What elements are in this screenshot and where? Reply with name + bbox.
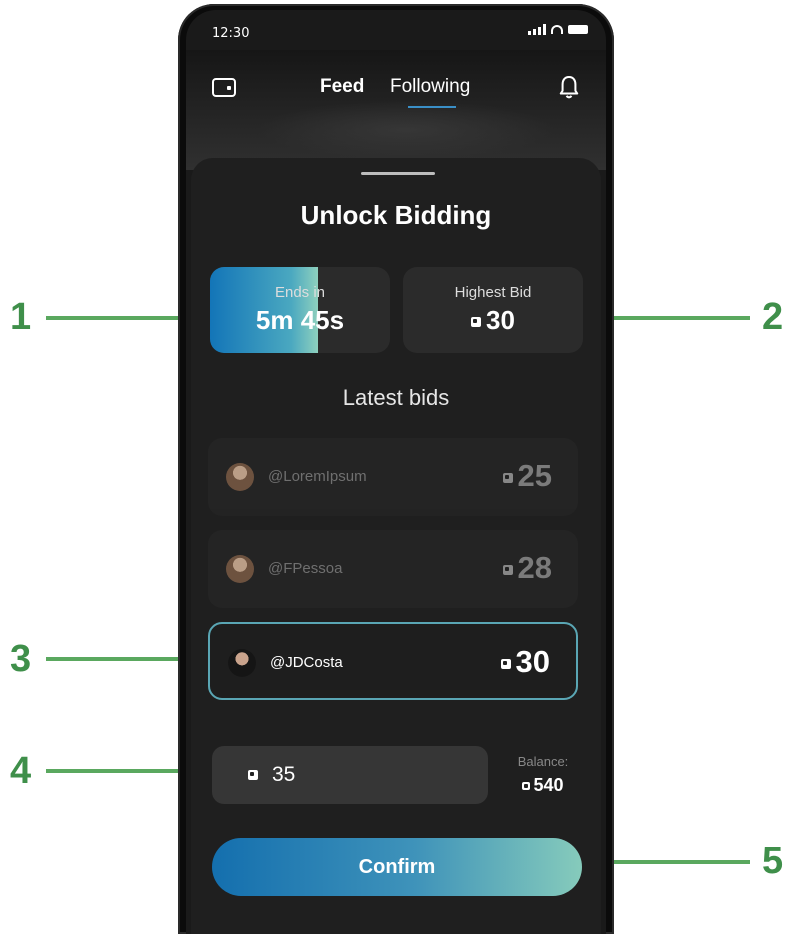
avatar — [226, 463, 254, 491]
bid-username: @LoremIpsum — [268, 468, 367, 485]
coin-icon — [248, 770, 258, 780]
coin-icon — [471, 317, 482, 328]
avatar — [228, 649, 256, 677]
coin-icon — [500, 658, 511, 669]
bidding-sheet: Unlock Bidding Ends in 5m 45s Highest Bi… — [191, 158, 601, 934]
balance-display: Balance: 540 — [503, 754, 583, 796]
sheet-title: Unlock Bidding — [300, 200, 492, 230]
bid-amount-input[interactable] — [270, 759, 474, 791]
sheet-drag-handle[interactable] — [361, 172, 435, 175]
balance-label: Balance: — [517, 754, 569, 769]
highest-bid-card: Highest Bid 30 — [403, 267, 583, 353]
highest-bid-value: 30 — [486, 305, 515, 335]
top-navigation: Feed Following — [186, 70, 606, 110]
feed-background-image — [186, 50, 606, 170]
bid-row[interactable]: @FPessoa 28 — [208, 530, 578, 608]
ends-in-label: Ends in — [274, 284, 326, 301]
ends-in-card: Ends in 5m 45s — [210, 267, 390, 353]
status-bar: 12:30 — [186, 10, 606, 50]
tab-following[interactable]: Following — [390, 76, 470, 98]
callout-5: 5 — [762, 840, 784, 882]
bid-username: @FPessoa — [268, 560, 343, 577]
active-tab-indicator — [408, 106, 456, 108]
coin-icon — [502, 564, 513, 575]
bid-username: @JDCosta — [270, 654, 343, 671]
bid-amount: 28 — [517, 550, 552, 585]
ends-in-value: 5m 45s — [255, 305, 345, 335]
bid-row[interactable]: @LoremIpsum 25 — [208, 438, 578, 516]
coin-icon — [522, 782, 531, 791]
wifi-icon — [551, 25, 563, 34]
wallet-icon[interactable] — [212, 78, 236, 97]
latest-bids-heading: Latest bids — [342, 385, 450, 410]
battery-icon — [568, 25, 588, 34]
coin-icon — [502, 472, 513, 483]
balance-value: 540 — [533, 775, 564, 795]
bid-row-highlighted[interactable]: @JDCosta 30 — [208, 622, 578, 700]
avatar — [226, 555, 254, 583]
callout-4: 4 — [10, 750, 32, 792]
bell-icon[interactable] — [558, 74, 580, 102]
highest-bid-label: Highest Bid — [454, 284, 532, 301]
phone-screen: 12:30 Feed Following Unlock Bidding Ends… — [186, 10, 606, 934]
signal-icon — [528, 24, 546, 35]
tab-feed[interactable]: Feed — [320, 76, 364, 98]
status-time: 12:30 — [212, 26, 250, 41]
confirm-button[interactable]: Confirm — [212, 838, 582, 896]
bid-amount: 25 — [517, 458, 552, 493]
callout-2: 2 — [762, 296, 784, 338]
bid-amount: 30 — [515, 644, 550, 679]
status-icons — [528, 24, 588, 35]
phone-frame: 12:30 Feed Following Unlock Bidding Ends… — [178, 4, 614, 934]
callout-1: 1 — [10, 296, 32, 338]
callout-3: 3 — [10, 638, 32, 680]
bid-amount-field[interactable] — [212, 746, 488, 804]
